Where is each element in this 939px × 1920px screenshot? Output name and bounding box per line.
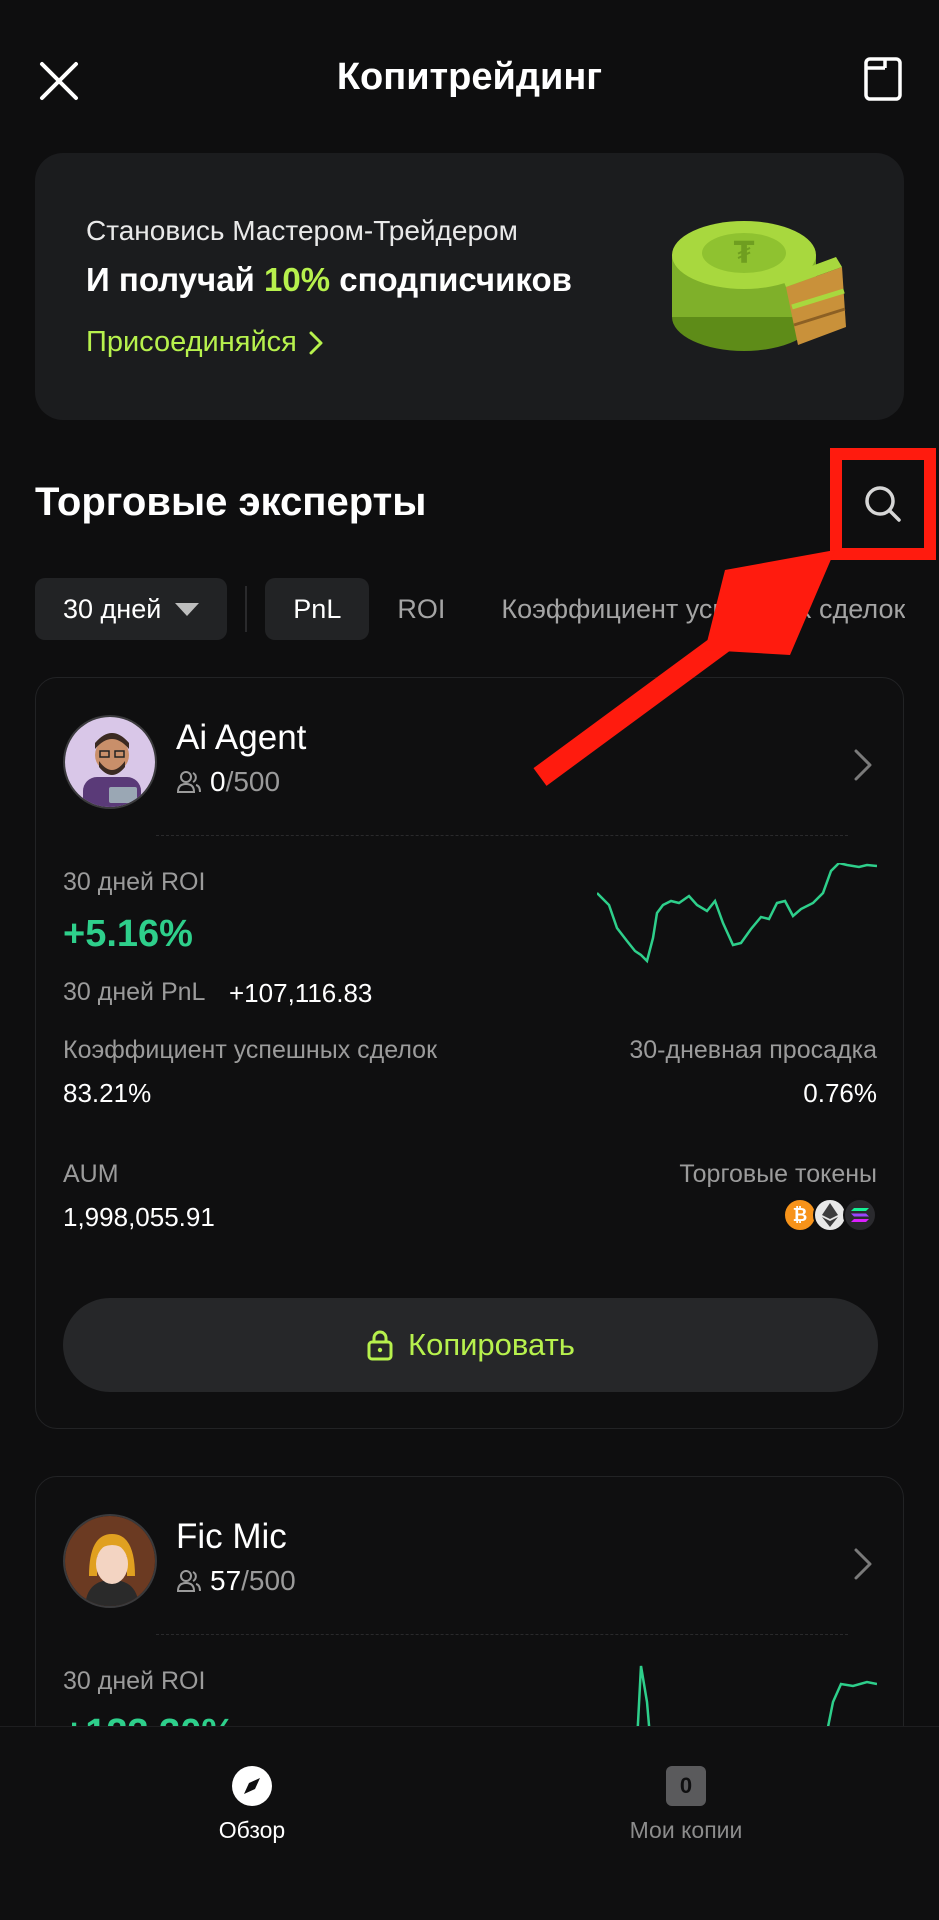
join-label: Присоединяйся	[86, 326, 297, 358]
join-link[interactable]: Присоединяйся	[86, 326, 323, 359]
banner-headline-suffix: сподписчиков	[330, 261, 572, 298]
followers-count: 0/500	[176, 766, 280, 798]
nav-overview[interactable]: Обзор	[152, 1765, 352, 1844]
document-icon[interactable]	[863, 56, 903, 102]
nav-my-copies-label: Мои копии	[629, 1817, 743, 1843]
avatar	[63, 1514, 157, 1608]
copy-button-label: Копировать	[408, 1327, 575, 1362]
copy-button[interactable]: Копировать	[63, 1298, 878, 1392]
section-title: Торговые эксперты	[35, 480, 427, 524]
nav-my-copies[interactable]: 0 Мои копии	[586, 1765, 786, 1844]
filter-bar: 30 дней PnL ROI Коэффициент успешных сде…	[35, 578, 905, 640]
followers-max: /500	[241, 1565, 296, 1596]
roi-label: 30 дней ROI	[63, 868, 206, 896]
nav-overview-label: Обзор	[218, 1817, 286, 1843]
tokens-label: Торговые токены	[679, 1160, 877, 1188]
token-icons: ₿	[783, 1198, 877, 1232]
header: Копитрейдинг	[0, 0, 939, 160]
users-icon	[176, 771, 201, 793]
filter-winrate[interactable]: Коэффициент успешных сделок	[473, 578, 905, 640]
svg-text:₮: ₮	[734, 236, 755, 271]
cake-coin-illustration: ₮	[672, 221, 846, 351]
lock-icon	[367, 1330, 393, 1361]
drawdown-value: 0.76%	[803, 1078, 877, 1108]
chevron-right-icon[interactable]	[853, 748, 873, 782]
roi-value: +5.16%	[63, 913, 193, 955]
aum-value: 1,998,055.91	[63, 1202, 215, 1232]
users-icon	[176, 1570, 201, 1592]
banner-headline: И получай 10% сподписчиков	[86, 261, 572, 299]
search-icon	[865, 486, 901, 522]
drawdown-label: 30-дневная просадка	[629, 1036, 877, 1064]
period-label: 30 дней	[63, 593, 162, 624]
banner-headline-prefix: И получай	[86, 261, 265, 298]
chevron-right-icon[interactable]	[853, 1547, 873, 1581]
winrate-label: Коэффициент успешных сделок	[63, 1036, 438, 1064]
avatar-image	[65, 1516, 155, 1606]
trader-card[interactable]: Ai Agent 0/500 30 дней ROI +5.16% 30 дне…	[35, 677, 904, 1429]
trader-name: Ai Agent	[176, 718, 307, 757]
bitcoin-icon: ₿	[783, 1198, 817, 1232]
divider	[156, 1634, 848, 1635]
followers-max: /500	[225, 766, 281, 797]
ethereum-icon	[813, 1198, 847, 1232]
avatar	[63, 715, 157, 809]
solana-icon	[843, 1198, 877, 1232]
search-button[interactable]	[830, 448, 936, 560]
pnl-value: +107,116.83	[229, 978, 373, 1008]
copies-count: 0	[666, 1766, 706, 1806]
trader-name: Fic Mic	[176, 1517, 287, 1556]
banner-headline-highlight: 10%	[264, 261, 331, 298]
roi-label: 30 дней ROI	[63, 1667, 206, 1695]
divider	[156, 835, 848, 836]
roi-sparkline	[597, 863, 877, 964]
followers-current: 57	[210, 1565, 242, 1596]
compass-icon	[231, 1765, 273, 1807]
page-title: Копитрейдинг	[336, 56, 603, 98]
avatar-image	[65, 717, 155, 807]
aum-label: AUM	[63, 1160, 119, 1188]
filter-divider	[245, 586, 248, 632]
winrate-value: 83.21%	[63, 1078, 152, 1108]
filter-roi[interactable]: ROI	[369, 578, 473, 640]
followers-current: 0	[210, 766, 226, 797]
period-dropdown[interactable]: 30 дней	[35, 578, 228, 640]
pnl-label: 30 дней PnL	[63, 978, 206, 1006]
followers-count: 57/500	[176, 1565, 296, 1597]
caret-down-icon	[175, 602, 200, 616]
chevron-right-icon	[309, 331, 323, 354]
copies-badge-icon: 0	[665, 1765, 707, 1807]
filter-pnl[interactable]: PnL	[265, 578, 370, 640]
bottom-nav: Обзор 0 Мои копии	[0, 1726, 939, 1920]
banner-subtitle: Становись Мастером-Трейдером	[86, 215, 518, 246]
promo-banner[interactable]: Становись Мастером-Трейдером И получай 1…	[35, 153, 904, 420]
